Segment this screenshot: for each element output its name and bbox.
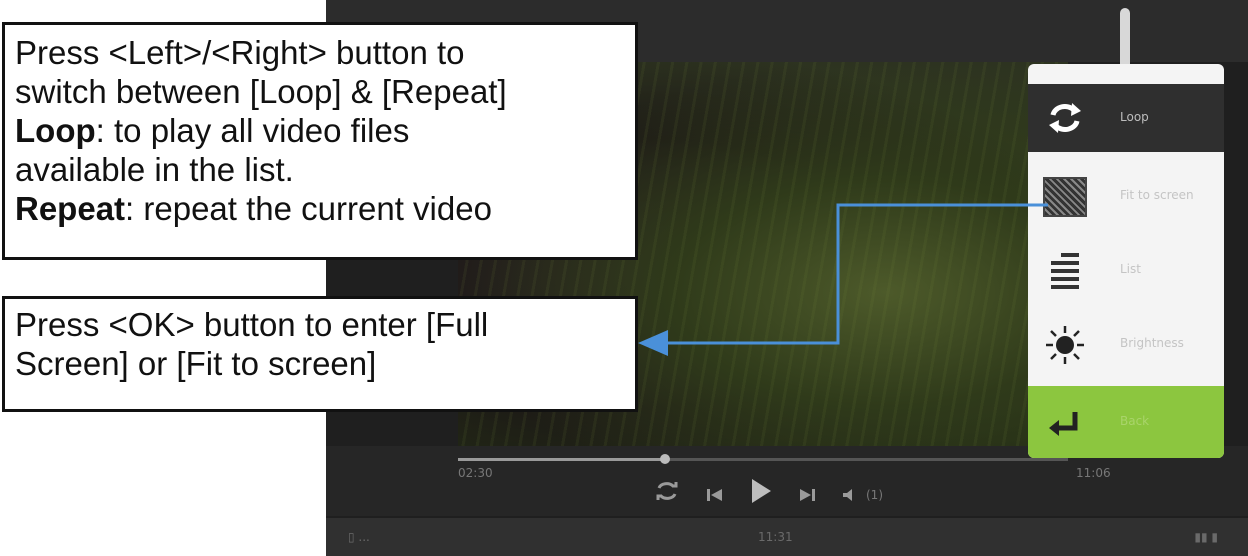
fit-to-screen-icon (1042, 174, 1088, 220)
callout-top-line2: switch between [Loop] & [Repeat] (15, 73, 507, 110)
callout-top-line4: available in the list. (15, 151, 294, 188)
callout-loop-repeat: Press <Left>/<Right> button to switch be… (2, 22, 638, 260)
status-bar: ▯ ... 11:31 ▮▮ ▮ (326, 518, 1248, 556)
callout-bottom-line2: Screen] or [Fit to screen] (15, 345, 377, 382)
status-left: ▯ ... (348, 530, 370, 544)
menu-item-back[interactable]: Back (1028, 386, 1224, 458)
skip-back-icon[interactable] (706, 480, 724, 510)
progress-bar[interactable] (458, 454, 1068, 464)
callout-full-screen: Press <OK> button to enter [Full Screen]… (2, 296, 638, 412)
callout-bottom-line1: Press <OK> button to enter [Full (15, 306, 489, 343)
play-icon[interactable] (750, 478, 772, 512)
menu-item-list[interactable]: List (1028, 234, 1224, 308)
menu-item-loop[interactable]: Loop (1028, 84, 1224, 152)
total-time: 11:06 (1076, 466, 1111, 480)
brightness-icon (1042, 322, 1088, 368)
elapsed-time: 02:30 (458, 466, 493, 480)
callout-top-line3: Loop: to play all video files (15, 112, 410, 149)
volume-icon[interactable] (842, 480, 858, 510)
menu-item-loop-label: Loop (1120, 110, 1149, 124)
menu-item-brightness-label: Brightness (1120, 336, 1184, 350)
menu-item-brightness[interactable]: Brightness (1028, 308, 1224, 382)
callout-top-line1: Press <Left>/<Right> button to (15, 34, 465, 71)
options-menu: Loop Fit to screen List Brightness Back (1028, 64, 1224, 458)
menu-item-fit-to-screen-label: Fit to screen (1120, 188, 1194, 202)
loop-icon (1042, 95, 1088, 141)
menu-item-fit-to-screen[interactable]: Fit to screen (1028, 160, 1224, 234)
menu-item-list-label: List (1120, 262, 1141, 276)
callout-top-line5: Repeat: repeat the current video (15, 190, 492, 227)
status-indicators: ▮▮ ▮ (1194, 530, 1218, 544)
progress-fill (458, 458, 666, 461)
list-icon (1042, 248, 1088, 294)
back-arrow-icon (1042, 400, 1088, 446)
skip-forward-icon[interactable] (798, 480, 816, 510)
playback-controls: (1) (654, 478, 883, 512)
volume-value: (1) (866, 488, 883, 502)
loop-icon[interactable] (654, 480, 680, 510)
status-clock: 11:31 (758, 530, 793, 544)
menu-item-back-label: Back (1120, 414, 1150, 428)
